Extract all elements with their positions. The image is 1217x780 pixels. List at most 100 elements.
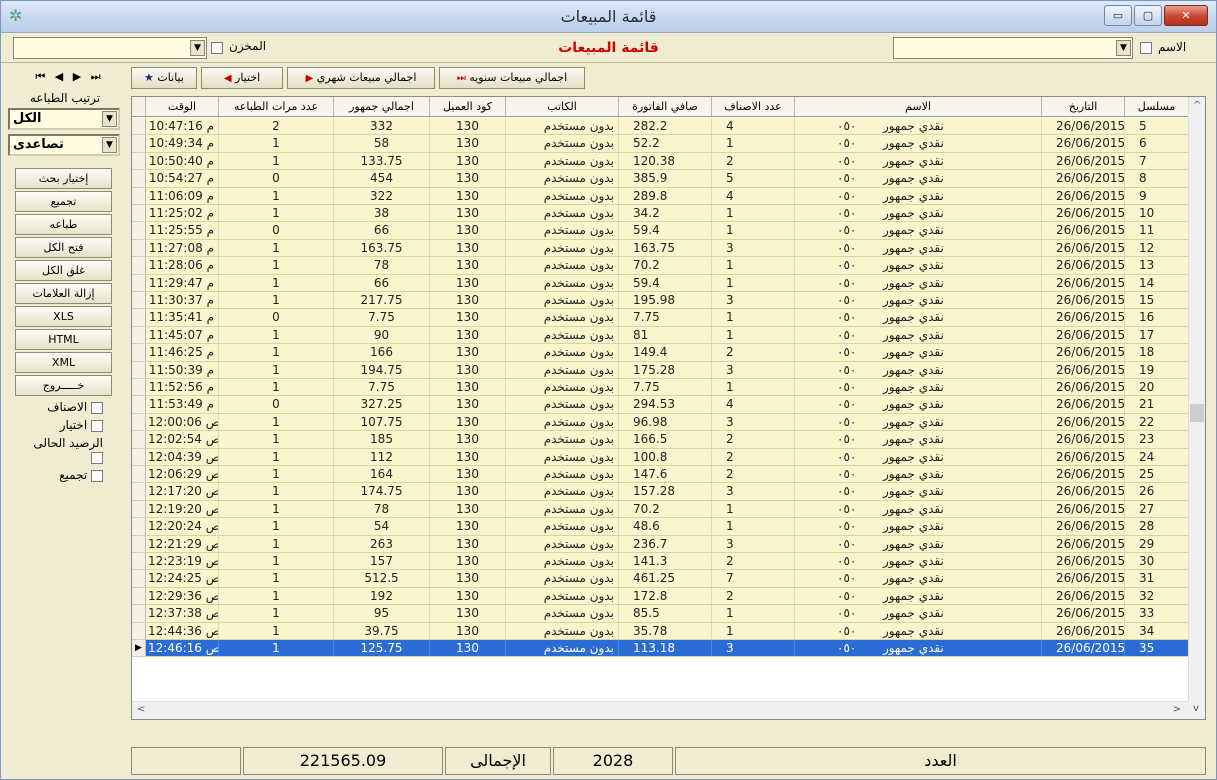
column-header-client-code[interactable]: كود العميل <box>430 97 506 116</box>
table-row[interactable]: 11:29:47 م 1 66 130 بدون مستخدم 59.4 1 ٠٥٠ نقدي … <box>132 274 1189 292</box>
row-selector[interactable] <box>132 187 146 204</box>
clear-marks-button[interactable]: إزالة العلامات <box>15 283 112 304</box>
next-record-icon[interactable]: ▶ <box>73 70 81 83</box>
group-check-row[interactable]: تجميع <box>25 468 103 482</box>
row-selector[interactable] <box>132 205 146 222</box>
column-header-time[interactable]: الوقت <box>146 97 219 116</box>
table-row[interactable]: 11:30:37 م 1 217.75 130 بدون مستخدم 195.98 3 ٠٥… <box>132 292 1189 310</box>
table-row[interactable]: 11:27:08 م 1 163.75 130 بدون مستخدم 163.75 3 ٠٥… <box>132 239 1189 258</box>
column-header-net-invoice[interactable]: صافي الفاتورة <box>619 97 712 116</box>
row-selector[interactable] <box>132 326 146 344</box>
table-row[interactable]: 12:06:29 ص 1 164 130 بدون مستخدم 147.6 2 ٠٥٠ نقد… <box>132 466 1189 484</box>
row-selector[interactable] <box>132 361 146 378</box>
row-selector[interactable] <box>132 587 146 605</box>
row-selector[interactable]: ▶ <box>132 640 146 657</box>
table-row[interactable]: 11:50:39 م 1 194.75 130 بدون مستخدم 175.28 3 ٠٥… <box>132 361 1189 379</box>
last-record-icon[interactable]: ⏭ <box>91 70 101 83</box>
row-selector[interactable] <box>132 292 146 309</box>
row-selector[interactable] <box>132 344 146 361</box>
table-row[interactable]: 12:20:24 ص 1 54 130 بدون مستخدم 48.6 1 ٠٥٠ نقدي … <box>132 518 1189 536</box>
row-selector[interactable] <box>132 535 146 552</box>
vertical-scrollbar[interactable]: ^ v <box>1188 97 1205 719</box>
exit-button[interactable]: خـــــروج <box>15 375 112 396</box>
row-selector[interactable] <box>132 605 146 622</box>
row-selector[interactable] <box>132 257 146 274</box>
row-selector[interactable] <box>132 622 146 639</box>
row-selector[interactable] <box>132 466 146 483</box>
order-select[interactable]: تصاعدى ▼ <box>8 134 120 156</box>
row-selector[interactable] <box>132 239 146 257</box>
chevron-down-icon[interactable]: ▼ <box>102 111 117 127</box>
column-header-date[interactable]: التاريخ <box>1042 97 1125 116</box>
export-xml-button[interactable]: XML <box>15 352 112 373</box>
row-selector[interactable] <box>132 274 146 291</box>
table-row[interactable]: 12:04:39 ص 1 112 130 بدون مستخدم 100.8 2 ٠٥٠ نقد… <box>132 448 1189 466</box>
row-selector[interactable] <box>132 135 146 152</box>
table-row[interactable]: 10:47:16 م 2 332 130 بدون مستخدم 282.2 4 ٠٥٠ نقد… <box>132 118 1189 136</box>
sales-grid[interactable]: الوقت عدد مرات الطباعه اجمالي جمهور كود الع… <box>131 96 1206 720</box>
table-row[interactable]: 11:53:49 م 0 327.25 130 بدون مستخدم 294.53 4 ٠٥… <box>132 396 1189 414</box>
group-checkbox[interactable] <box>91 469 103 482</box>
search-select-button[interactable]: إختيار بحث <box>15 168 112 189</box>
row-selector[interactable] <box>132 413 146 431</box>
row-selector[interactable] <box>132 500 146 518</box>
minimize-button[interactable]: ▭ <box>1104 5 1132 26</box>
scroll-thumb[interactable] <box>1190 404 1204 422</box>
prev-record-icon[interactable]: ◀ <box>55 70 63 83</box>
column-header-serial[interactable]: مسلسل <box>1125 97 1189 116</box>
table-row[interactable]: 11:46:25 م 1 166 130 بدون مستخدم 149.4 2 ٠٥٠ نقد… <box>132 344 1189 362</box>
row-selector[interactable] <box>132 170 146 187</box>
row-selector[interactable] <box>132 222 146 239</box>
table-row[interactable]: 12:37:38 ص 1 95 130 بدون مستخدم 85.5 1 ٠٥٠ نقدي … <box>132 605 1189 623</box>
row-selector[interactable] <box>132 379 146 396</box>
table-row[interactable]: 11:25:02 م 1 38 130 بدون مستخدم 34.2 1 ٠٥٠ نقدي … <box>132 205 1189 223</box>
table-row[interactable]: 11:52:56 م 1 7.75 130 بدون مستخدم 7.75 1 ٠٥٠ نقد… <box>132 379 1189 397</box>
column-header-public-total[interactable]: اجمالي جمهور <box>334 97 430 116</box>
balance-check-row[interactable]: الرصيد الحالى <box>25 436 103 464</box>
choose-button[interactable]: ◀ اختيار <box>201 67 283 89</box>
title-bar[interactable]: ✲ قائمة المبيعات ▭ ▢ ✕ <box>1 1 1216 33</box>
table-row[interactable]: 12:44:36 ص 1 39.75 130 بدون مستخدم 35.78 1 ٠٥٠ ن… <box>132 622 1189 640</box>
monthly-sales-button[interactable]: ▶ اجمالي مبيعات شهري <box>287 67 435 89</box>
row-selector[interactable] <box>132 518 146 535</box>
table-row[interactable]: 10:50:40 م 1 133.75 130 بدون مستخدم 120.38 2 ٠٥… <box>132 152 1189 171</box>
row-selector[interactable] <box>132 152 146 170</box>
table-row[interactable]: 11:45:07 م 1 90 130 بدون مستخدم 81 1 ٠٥٠ نقدي جم… <box>132 326 1189 345</box>
export-xls-button[interactable]: XLS <box>15 306 112 327</box>
table-row[interactable]: 12:17:20 ص 1 174.75 130 بدون مستخدم 157.28 3 ٠٥… <box>132 483 1189 501</box>
scroll-down-icon[interactable]: v <box>1193 703 1199 714</box>
group-button[interactable]: تجميع <box>15 191 112 212</box>
items-checkbox[interactable] <box>91 401 103 414</box>
chevron-down-icon[interactable]: ▼ <box>102 137 117 153</box>
table-row[interactable]: 11:28:06 م 1 78 130 بدون مستخدم 70.2 1 ٠٥٠ نقدي … <box>132 257 1189 275</box>
choose-check-row[interactable]: اختيار <box>25 418 103 432</box>
scope-select[interactable]: الكل ▼ <box>8 108 120 130</box>
row-selector[interactable] <box>132 483 146 500</box>
table-row[interactable]: 12:23:19 ص 1 157 130 بدون مستخدم 141.3 2 ٠٥٠ نقد… <box>132 553 1189 571</box>
column-header-writer[interactable]: الكاتب <box>506 97 619 116</box>
table-row[interactable]: 12:21:29 ص 1 263 130 بدون مستخدم 236.7 3 ٠٥٠ نقد… <box>132 535 1189 553</box>
horizontal-scrollbar[interactable]: < > <box>132 701 1189 719</box>
print-button[interactable]: طباعه <box>15 214 112 235</box>
collapse-all-button[interactable]: غلق الكل <box>15 260 112 281</box>
row-selector[interactable] <box>132 309 146 326</box>
items-check-row[interactable]: الاصناف <box>25 400 103 414</box>
table-row[interactable]: 10:49:34 م 1 58 130 بدون مستخدم 52.2 1 ٠٥٠ نقدي … <box>132 135 1189 153</box>
scroll-left-icon[interactable]: < <box>137 704 145 715</box>
row-selector[interactable] <box>132 396 146 413</box>
row-selector[interactable] <box>132 553 146 570</box>
close-button[interactable]: ✕ <box>1164 5 1208 26</box>
table-row[interactable]: 11:35:41 م 0 7.75 130 بدون مستخدم 7.75 1 ٠٥٠ نقد… <box>132 309 1189 327</box>
first-record-icon[interactable]: ⏮ <box>35 70 45 83</box>
data-button[interactable]: ★ بيانات <box>131 67 197 89</box>
table-row[interactable]: 12:19:20 ص 1 78 130 بدون مستخدم 70.2 1 ٠٥٠ نقدي … <box>132 500 1189 519</box>
column-header-name[interactable]: الاسم <box>795 97 1042 116</box>
scroll-up-icon[interactable]: ^ <box>1193 100 1201 111</box>
table-row[interactable]: 12:24:25 ص 1 512.5 130 بدون مستخدم 461.25 7 ٠٥٠… <box>132 570 1189 588</box>
choose-checkbox[interactable] <box>91 419 103 432</box>
row-selector[interactable] <box>132 431 146 448</box>
table-row[interactable]: 12:29:36 ص 1 192 130 بدون مستخدم 172.8 2 ٠٥٠ نقد… <box>132 587 1189 606</box>
table-row[interactable]: 10:54:27 م 0 454 130 بدون مستخدم 385.9 5 ٠٥٠ نقد… <box>132 170 1189 188</box>
table-row[interactable]: 11:06:09 م 1 322 130 بدون مستخدم 289.8 4 ٠٥٠ نقد… <box>132 187 1189 205</box>
yearly-sales-button[interactable]: ⏭ اجمالي مبيعات سنويه <box>439 67 585 89</box>
